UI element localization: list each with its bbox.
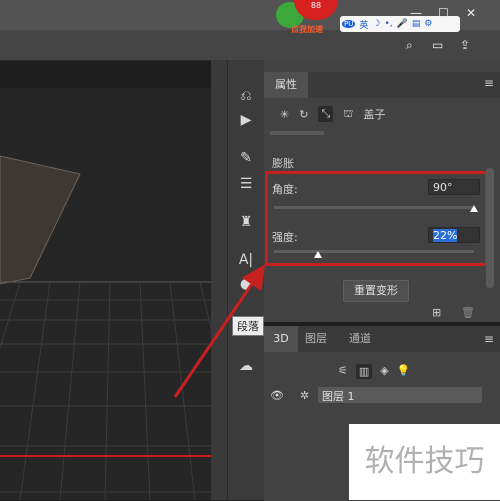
layout-icon[interactable]: ▭ — [432, 38, 443, 52]
cap-icon[interactable]: ⛫ — [343, 107, 353, 122]
brush-settings-icon[interactable]: ✎ — [228, 150, 264, 166]
ground-grid — [0, 281, 211, 500]
settings-icon[interactable]: ⚙ — [424, 19, 432, 29]
annotation-highlight-box — [265, 171, 488, 266]
properties-scrollbar[interactable] — [486, 168, 494, 288]
tab-layers[interactable]: 图层 — [298, 326, 334, 352]
3d-plane — [0, 155, 81, 285]
material-filter-icon[interactable]: ◈ — [380, 364, 388, 379]
comment-icon[interactable]: ● — [228, 276, 264, 292]
panel-menu-icon[interactable]: ≡ — [484, 76, 494, 90]
boost-label[interactable]: 点我加速 — [291, 24, 323, 35]
moon-icon[interactable]: ☽ — [372, 19, 380, 29]
play-icon[interactable]: ▶ — [228, 112, 264, 128]
rotate-icon[interactable]: ↻ — [299, 108, 308, 121]
section-title: 膨胀 — [272, 157, 294, 170]
keyboard-icon[interactable]: ▤ — [412, 19, 421, 29]
history-icon[interactable]: ⎌ — [228, 88, 264, 104]
add-icon[interactable]: ⊞ — [432, 306, 441, 319]
trash-icon[interactable]: 🗑 — [461, 306, 475, 319]
close-button[interactable]: ✕ — [466, 6, 476, 20]
search-icon[interactable]: ⌕ — [406, 38, 413, 53]
export-icon[interactable]: ⇪ — [460, 38, 470, 52]
scene-filter-icon[interactable]: ⚟ — [338, 364, 348, 379]
text-icon[interactable]: A| — [228, 252, 264, 268]
mode-label[interactable]: 盖子 — [363, 106, 385, 122]
options-bar — [0, 30, 500, 61]
light-icon[interactable]: ✳ — [280, 108, 289, 121]
selection-edge — [0, 455, 211, 457]
adjust-icon[interactable]: ☰ — [228, 176, 264, 192]
panel-tool-strip: ⎌ ▶ ✎ ☰ ♜ A| ● ☁ — [227, 60, 264, 500]
document-canvas[interactable] — [0, 88, 211, 500]
light-filter-icon[interactable]: 💡 — [397, 364, 411, 379]
reset-deform-button[interactable]: 重置变形 — [343, 280, 409, 302]
layers-menu-icon[interactable]: ≡ — [484, 332, 494, 346]
scene-layer-icon: ✲ — [300, 389, 310, 402]
canvas-gutter — [211, 60, 227, 500]
deform-icon[interactable]: ⤡ — [318, 106, 334, 122]
minimize-button[interactable]: — — [410, 6, 422, 20]
maximize-button[interactable]: ☐ — [438, 6, 449, 20]
microphone-icon[interactable]: 🎤 — [397, 19, 408, 29]
3d-scene — [0, 155, 211, 500]
tab-properties[interactable]: 属性 — [264, 72, 308, 98]
tooltip: 段落 — [232, 316, 264, 336]
stamp-icon[interactable]: ♜ — [228, 214, 264, 230]
mesh-filter-icon[interactable]: ▥ — [355, 364, 373, 379]
ime-language[interactable]: 英 — [359, 18, 368, 31]
creative-cloud-icon[interactable]: ☁ — [228, 358, 264, 374]
punctuation-icon[interactable]: •, — [384, 19, 392, 29]
layer-name[interactable]: 图层 1 — [322, 388, 355, 404]
tab-channels[interactable]: 通道 — [340, 326, 380, 352]
tab-3d[interactable]: 3D — [264, 326, 298, 352]
deform-mode-bar: ✳ ↻ ⤡ ⛫ 盖子 — [264, 100, 500, 128]
layer-filter-tools: ⚟ ▥ ◈ 💡 — [338, 364, 410, 379]
panel-divider — [270, 131, 324, 135]
ime-logo[interactable]: PU — [342, 20, 356, 28]
visibility-eye-icon[interactable]: 👁 — [270, 389, 284, 402]
watermark: 软件技巧 — [349, 424, 500, 500]
